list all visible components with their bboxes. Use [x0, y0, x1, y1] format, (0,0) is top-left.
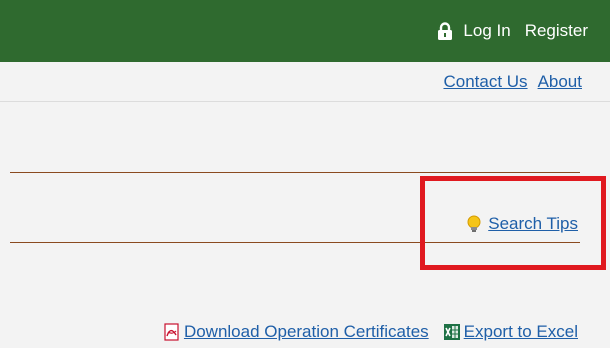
login-link[interactable]: Log In — [463, 21, 510, 41]
contact-us-link[interactable]: Contact Us — [443, 72, 527, 92]
lock-icon — [437, 22, 453, 40]
download-certificates-item[interactable]: Download Operation Certificates — [163, 322, 429, 342]
secondary-nav: Contact Us About — [0, 62, 610, 102]
divider-top — [10, 172, 580, 173]
top-header-bar: Log In Register — [0, 0, 610, 62]
export-excel-item[interactable]: Export to Excel — [443, 322, 578, 342]
excel-icon — [443, 323, 461, 341]
download-certificates-link[interactable]: Download Operation Certificates — [184, 322, 429, 342]
pdf-icon — [163, 323, 181, 341]
auth-links: Log In Register — [437, 0, 588, 62]
download-actions: Download Operation Certificates Export t… — [163, 322, 578, 342]
register-link[interactable]: Register — [525, 21, 588, 41]
export-excel-link[interactable]: Export to Excel — [464, 322, 578, 342]
about-link[interactable]: About — [538, 72, 582, 92]
highlight-annotation-box — [420, 176, 606, 270]
secondary-nav-links: Contact Us About — [443, 72, 582, 92]
